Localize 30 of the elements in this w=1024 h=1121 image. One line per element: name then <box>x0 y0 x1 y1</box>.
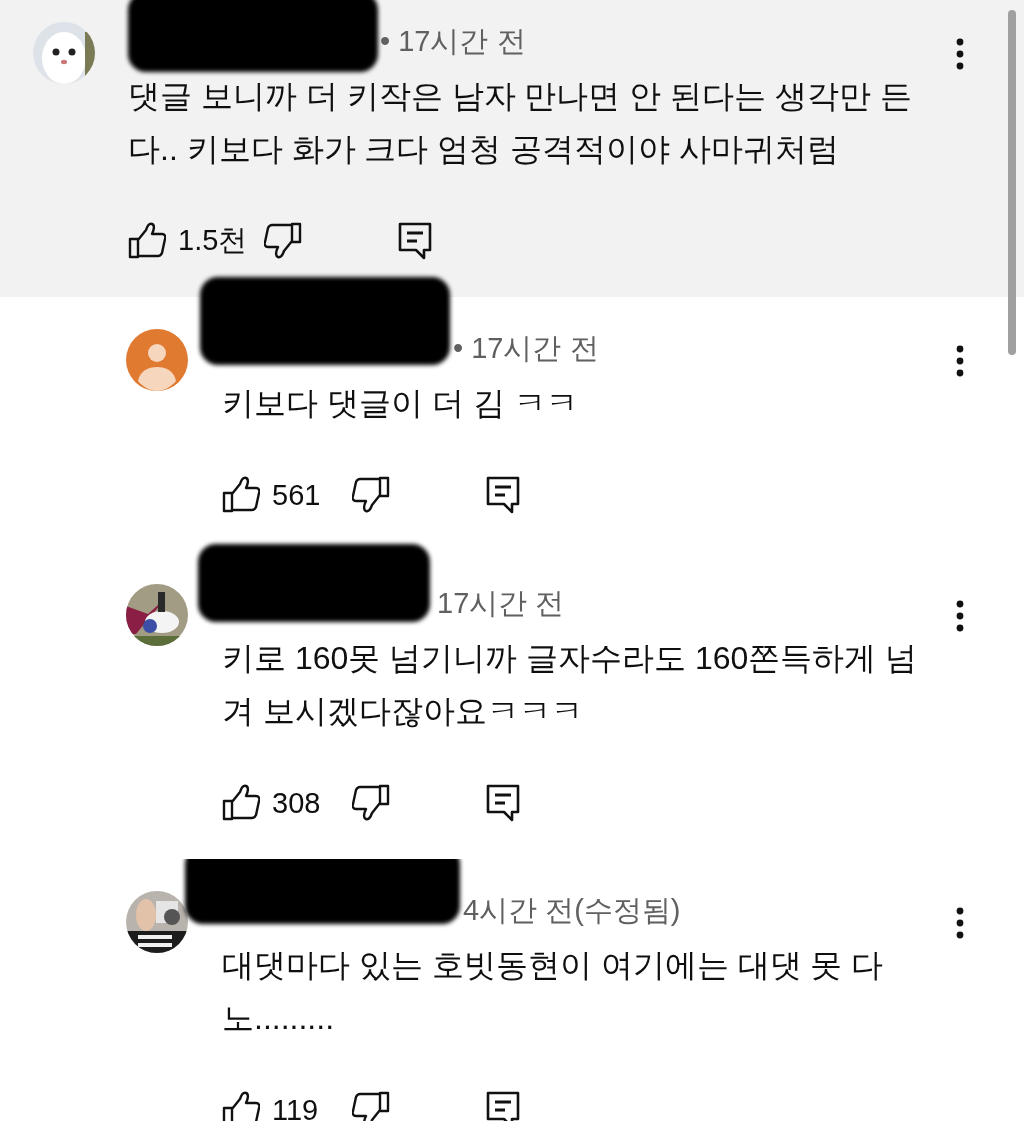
more-menu-icon[interactable] <box>956 907 964 939</box>
comment-text: 댓글 보니까 더 키작은 남자 만나면 안 된다는 생각만 든다.. 키보다 화가 크다 엄청 공격적이야 사마귀처럼 <box>128 77 913 169</box>
like-count: 308 <box>272 786 322 820</box>
comment-text: 키로 160못 넘기니까 글자수라도 160쫀득하게 넘겨 보시겠다잖아요ㅋㅋㅋ <box>222 639 919 731</box>
comment-time: • 17시간 전 <box>380 24 526 59</box>
dislike-icon[interactable] <box>352 476 390 514</box>
comment-time: 4시간 전(수정됨) <box>463 893 681 928</box>
comment-text: 키보다 댓글이 더 김 ㅋㅋ <box>222 384 579 423</box>
more-menu-icon[interactable] <box>956 38 964 70</box>
scrollbar[interactable] <box>1008 10 1016 355</box>
dislike-icon[interactable] <box>352 1091 390 1121</box>
reply-icon[interactable] <box>398 222 432 260</box>
like-icon[interactable] <box>222 784 260 822</box>
dislike-icon[interactable] <box>264 222 302 260</box>
reply-icon[interactable] <box>486 1091 520 1121</box>
avatar-icon[interactable] <box>126 329 188 391</box>
reply-icon[interactable] <box>486 476 520 514</box>
like-icon[interactable] <box>222 1091 260 1121</box>
dislike-icon[interactable] <box>352 784 390 822</box>
more-menu-icon[interactable] <box>956 345 964 377</box>
comment-time: • 17시간 전 <box>453 331 599 366</box>
like-icon[interactable] <box>128 222 166 260</box>
like-count: 561 <box>272 478 322 512</box>
like-icon[interactable] <box>222 476 260 514</box>
reply-icon[interactable] <box>486 784 520 822</box>
like-count: 1.5천 <box>178 223 249 258</box>
comment-time: 17시간 전 <box>437 586 565 621</box>
like-count: 119 <box>272 1093 320 1121</box>
comment-text: 대댓마다 있는 호빗동현이 여기에는 대댓 못 다노......... <box>222 946 885 1038</box>
more-menu-icon[interactable] <box>956 600 964 632</box>
